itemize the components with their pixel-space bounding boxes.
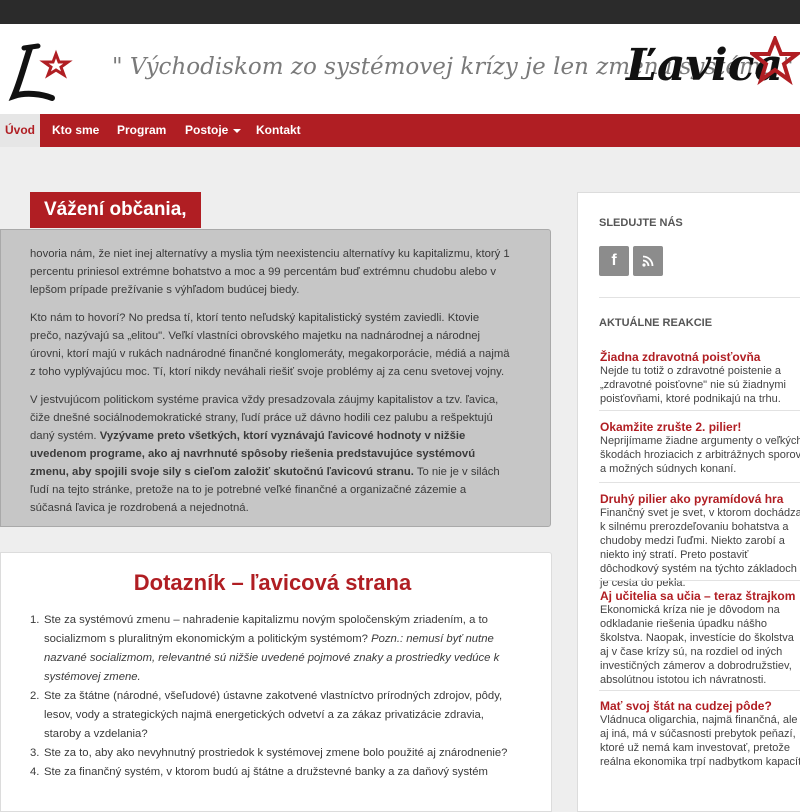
main-navigation: Úvod Kto sme Program Postoje Kontakt (0, 114, 800, 147)
rss-button[interactable] (633, 246, 663, 276)
reaction-excerpt: Nejde tu totiž o zdravotné poistenie a „… (600, 365, 786, 405)
nav-item-kontakt[interactable]: Kontakt (256, 114, 301, 147)
reaction-divider (599, 580, 800, 581)
intro-paragraph: V jestvujúcom politickom systéme pravica… (30, 391, 510, 517)
reaction-link[interactable]: Žiadna zdravotná poisťovňa (600, 350, 760, 364)
logo-mark-icon[interactable] (6, 38, 76, 108)
question-number: 4. (30, 766, 40, 778)
reaction-link[interactable]: Okamžite zrušte 2. pilier! (600, 420, 741, 434)
reaction-divider (599, 410, 800, 411)
nav-item-postoje[interactable]: Postoje (185, 114, 242, 147)
nav-label: Kto sme (52, 123, 100, 137)
reaction-link[interactable]: Mať svoj štát na cudzej pôde? (600, 699, 772, 713)
nav-item-program[interactable]: Program (117, 114, 166, 147)
nav-label: Úvod (5, 123, 35, 137)
nav-label: Kontakt (256, 123, 301, 137)
question-number: 3. (30, 747, 40, 759)
survey-question: 4. Ste za finančný systém, v ktorom budú … (30, 763, 510, 782)
logo-star-icon (750, 36, 800, 86)
site-header: " Východiskom zo systémovej krízy je len… (0, 24, 800, 114)
reaction-divider (599, 690, 800, 691)
sidebar-divider (599, 297, 800, 298)
reactions-heading: AKTUÁLNE REAKCIE (599, 317, 713, 329)
nav-label: Program (117, 123, 167, 137)
facebook-button[interactable]: f (599, 246, 629, 276)
reaction-link[interactable]: Aj učitelia sa učia – teraz štrajkom (600, 589, 795, 603)
survey-question: 2. Ste za štátne (národné, všeľudové) úst… (30, 687, 510, 744)
intro-title: Vážení občania, (30, 192, 201, 228)
rss-icon (642, 255, 654, 267)
survey-title: Dotazník – ľavicová strana (133, 570, 412, 595)
dropdown-caret-icon (233, 128, 242, 133)
question-number: 2. (30, 690, 40, 702)
reaction-excerpt: Ekonomická kríza nie je dôvodom na odkla… (600, 604, 794, 686)
survey-question: 3. Ste za to, aby ako nevyhnutný prostrie… (30, 744, 510, 763)
question-text: Ste za štátne (národné, všeľudové) ústav… (44, 690, 503, 740)
follow-heading: SLEDUJTE NÁS (599, 217, 683, 229)
intro-paragraph: Kto nám to hovorí? No predsa tí, ktorí t… (30, 312, 510, 378)
question-text: Ste za finančný systém, v ktorom budú aj… (44, 766, 488, 778)
facebook-icon: f (611, 252, 617, 269)
nav-label: Postoje (185, 123, 229, 137)
reaction-link[interactable]: Druhý pilier ako pyramídová hra (600, 492, 783, 506)
reaction-excerpt: Neprijímame žiadne argumenty o veľkých š… (600, 435, 800, 475)
reaction-divider (599, 482, 800, 483)
top-bar (0, 0, 800, 24)
survey-list: 1. Ste za systémovú zmenu – nahradenie ka… (30, 611, 510, 782)
survey-question: 1. Ste za systémovú zmenu – nahradenie ka… (30, 611, 510, 687)
intro-text: hovoria nám, že niet inej alternatívy a … (30, 245, 510, 527)
reaction-excerpt: Vládnuca oligarchia, najmä finančná, ale… (600, 714, 800, 768)
reaction-excerpt: Finančný svet je svet, v ktorom dochádza… (600, 507, 800, 589)
nav-item-kto-sme[interactable]: Kto sme (52, 114, 99, 147)
nav-item-uvod[interactable]: Úvod (0, 114, 40, 147)
question-number: 1. (30, 614, 40, 626)
intro-paragraph: hovoria nám, že niet inej alternatívy a … (30, 248, 510, 296)
question-text: Ste za to, aby ako nevyhnutný prostriedo… (44, 747, 508, 759)
